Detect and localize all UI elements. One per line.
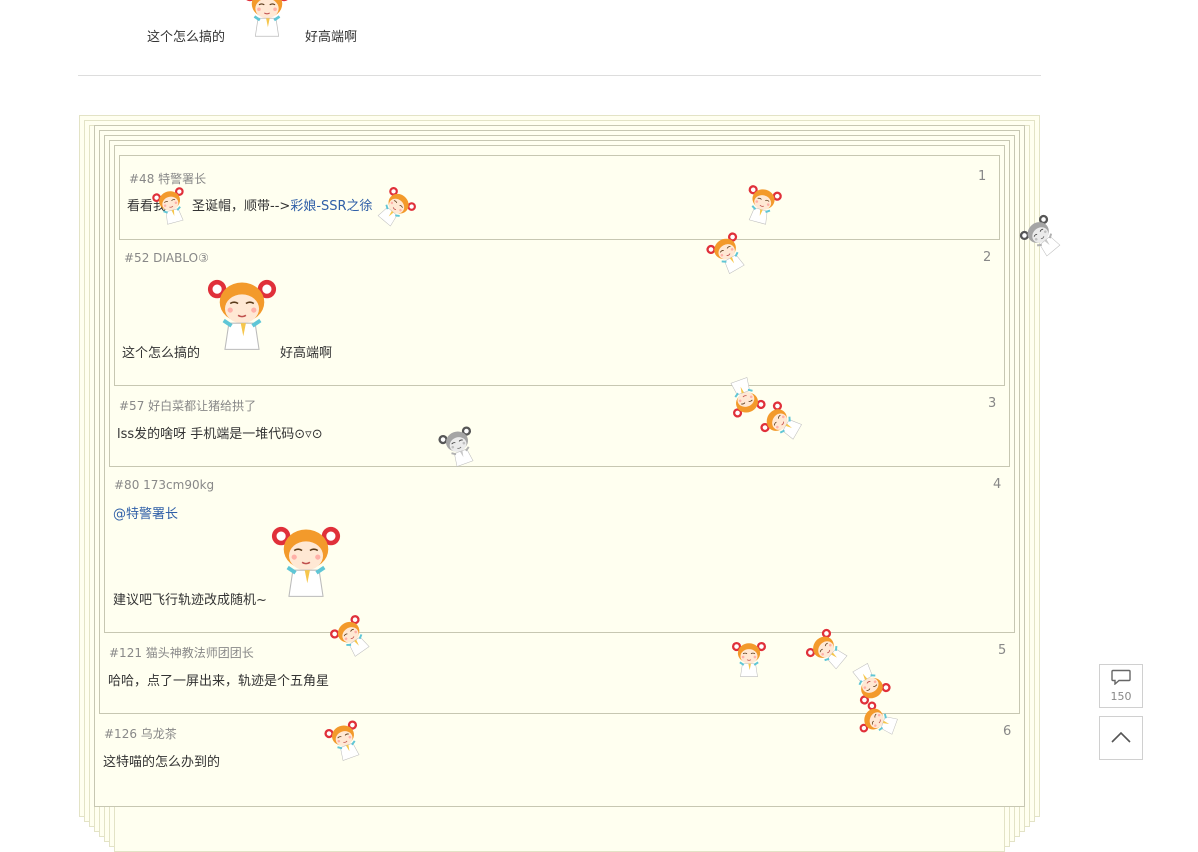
comment-text: 好高端啊	[305, 30, 358, 45]
comment-text: 这个怎么搞的	[147, 30, 226, 45]
floor-author[interactable]: #80 173cm90kg	[114, 478, 214, 492]
floor-author[interactable]: #126 乌龙茶	[104, 725, 177, 742]
floor-content: 哈哈，点了一屏出来，轨迹是个五角星	[108, 674, 330, 689]
comment-icon	[1111, 669, 1131, 689]
floor-content: lss发的啥呀 手机端是一堆代码⊙▿⊙	[117, 427, 323, 442]
mention-link[interactable]: @特警署长	[113, 503, 178, 522]
divider	[78, 75, 1041, 76]
floor-content: 这个怎么搞的	[122, 346, 201, 361]
mascot-sticker	[270, 523, 342, 599]
content-link[interactable]: 彩娘-SSR之徐	[290, 199, 372, 214]
back-to-top-button[interactable]	[1099, 716, 1143, 760]
floor-index: 6	[1003, 724, 1012, 739]
comment-count: 150	[1110, 690, 1132, 703]
mascot-sticker	[206, 276, 278, 352]
floor-author[interactable]: #121 猫头神教法师团团长	[109, 644, 254, 661]
floor-index: 2	[983, 250, 992, 265]
comment-count-button[interactable]: 150	[1099, 664, 1143, 708]
floor-author[interactable]: #52 DIABLO③	[124, 251, 209, 265]
floor-content: 建议吧飞行轨迹改成随机~	[113, 593, 267, 608]
floor-author[interactable]: #57 好白菜都让猪给拱了	[119, 397, 256, 414]
mascot-sticker	[242, 0, 292, 38]
floor-index: 3	[988, 396, 997, 411]
floor-content: 这特喵的怎么办到的	[103, 755, 221, 770]
floor-author[interactable]: #48 特警署长	[129, 170, 206, 187]
chevron-up-icon	[1110, 729, 1132, 748]
flying-mascot	[731, 640, 767, 678]
floor-content: 好高端啊	[280, 346, 333, 361]
floor-index: 4	[993, 477, 1002, 492]
floor-index: 1	[978, 169, 987, 184]
floor-index: 5	[998, 643, 1007, 658]
